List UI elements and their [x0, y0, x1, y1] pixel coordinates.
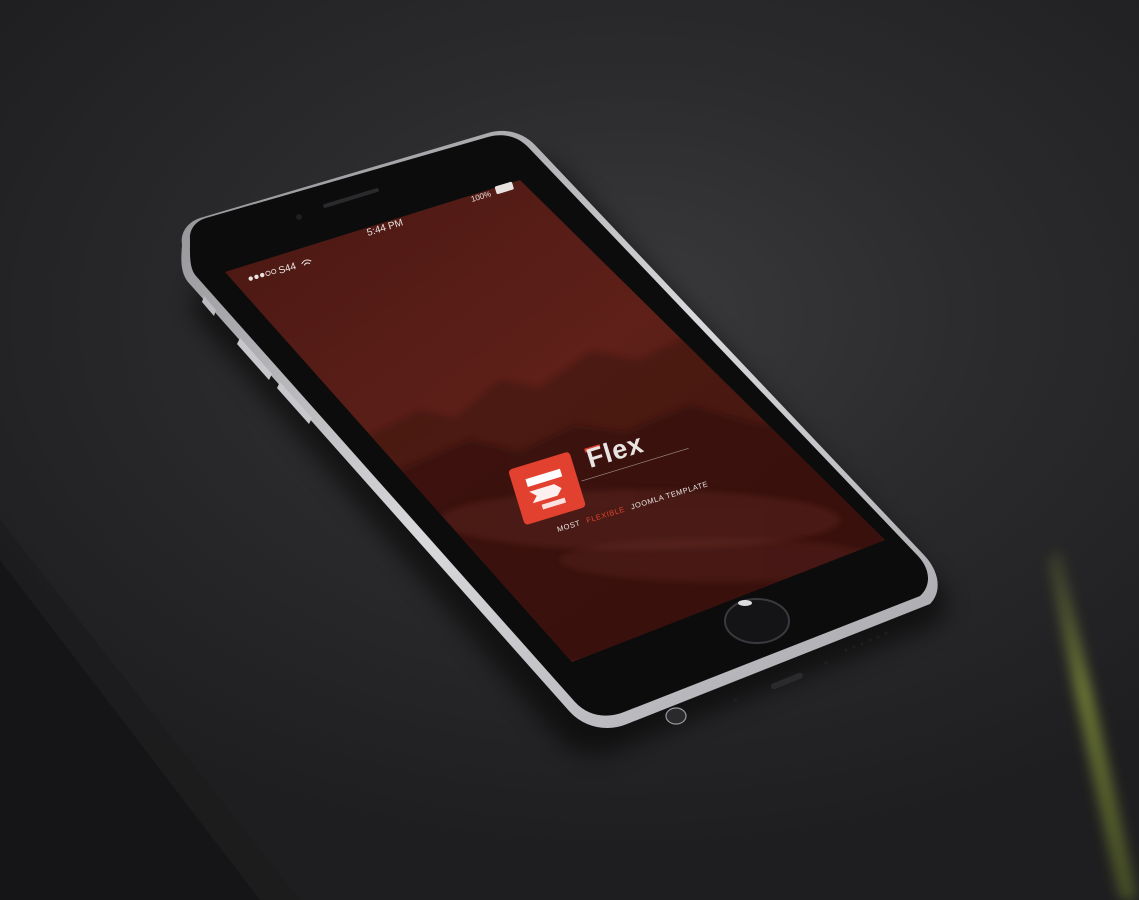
- photo-scene: S44 5:44 PM 100% Flex MOST FLEXIBLE JOOM…: [0, 0, 1139, 900]
- home-button-highlight: [738, 600, 752, 606]
- home-button[interactable]: [724, 598, 790, 644]
- headphone-jack: [665, 707, 687, 725]
- front-camera-icon: [296, 214, 302, 220]
- screw-left: [733, 698, 737, 702]
- smartphone: S44 5:44 PM 100% Flex MOST FLEXIBLE JOOM…: [181, 130, 947, 755]
- screw-right: [824, 661, 828, 665]
